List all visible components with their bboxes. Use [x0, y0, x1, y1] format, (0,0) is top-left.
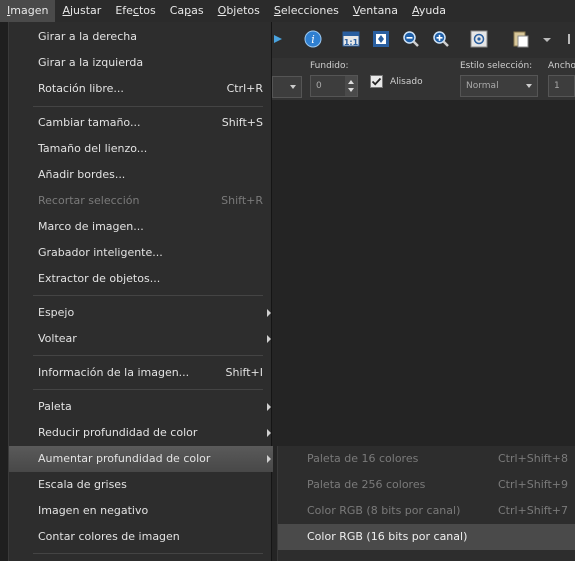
menu-item-grabador-inteligente[interactable]: Grabador inteligente...	[9, 240, 273, 266]
menu-selecciones[interactable]: Selecciones	[267, 0, 346, 22]
submenu-arrow-icon	[267, 403, 271, 411]
actual-size-icon[interactable]: 1:1	[342, 30, 360, 48]
menu-item-contar-colores[interactable]: Contar colores de imagen	[9, 524, 273, 550]
menu-item-imagen-negativo[interactable]: Imagen en negativo	[9, 498, 273, 524]
menu-item-informacion-imagen[interactable]: Información de la imagen... Shift+I	[9, 360, 273, 386]
spinner-icon[interactable]	[345, 76, 357, 96]
menu-item-paleta[interactable]: Paleta	[9, 394, 273, 420]
mode-dropdown[interactable]	[272, 76, 302, 98]
paste-icon[interactable]	[512, 30, 530, 48]
menu-objetos[interactable]: Objetos	[211, 0, 267, 22]
submenu-arrow-icon	[267, 429, 271, 437]
menu-separator	[33, 295, 263, 296]
fundido-input[interactable]: 0	[310, 75, 358, 97]
menu-efectos[interactable]: Efectos	[108, 0, 162, 22]
submenu-item-rgb-16bits[interactable]: Color RGB (16 bits por canal)	[278, 524, 575, 550]
ancho-label: Ancho	[548, 61, 575, 71]
menu-item-girar-izquierda[interactable]: Girar a la izquierda	[9, 50, 273, 76]
menu-item-tamano-lienzo[interactable]: Tamaño del lienzo...	[9, 136, 273, 162]
menu-ventana[interactable]: Ventana	[346, 0, 405, 22]
overview-icon[interactable]	[470, 30, 488, 48]
estilo-seleccion-dropdown[interactable]: Normal	[460, 75, 538, 97]
submenu-arrow-icon	[267, 455, 271, 463]
info-icon[interactable]: i	[304, 30, 322, 48]
toolbar-overflow-icon[interactable]	[568, 30, 575, 48]
menu-item-voltear[interactable]: Voltear	[9, 326, 273, 352]
svg-text:1:1: 1:1	[344, 38, 359, 47]
chevron-down-icon	[526, 84, 532, 88]
menu-separator	[33, 355, 263, 356]
menu-item-girar-derecha[interactable]: Girar a la derecha	[9, 24, 273, 50]
menu-item-rotacion-libre[interactable]: Rotación libre... Ctrl+R	[9, 76, 273, 102]
estilo-seleccion-label: Estilo selección:	[460, 61, 533, 71]
menu-item-reducir-profundidad[interactable]: Reducir profundidad de color	[9, 420, 273, 446]
submenu-item-paleta-16[interactable]: Paleta de 16 colores Ctrl+Shift+8	[278, 446, 575, 472]
submenu-arrow-icon	[267, 335, 271, 343]
submenu-item-paleta-256[interactable]: Paleta de 256 colores Ctrl+Shift+9	[278, 472, 575, 498]
menu-item-extractor-objetos[interactable]: Extractor de objetos...	[9, 266, 273, 292]
svg-text:i: i	[311, 33, 315, 46]
tool-options-bar: Fundido: 0 Alisado Estilo selección: Nor…	[272, 58, 575, 100]
menu-item-marco-imagen[interactable]: Marco de imagen...	[9, 214, 273, 240]
aumentar-profundidad-submenu: Paleta de 16 colores Ctrl+Shift+8 Paleta …	[277, 446, 575, 561]
zoom-in-icon[interactable]	[432, 30, 450, 48]
menu-item-recortar-seleccion[interactable]: Recortar selección Shift+R	[9, 188, 273, 214]
menu-item-aumentar-profundidad[interactable]: Aumentar profundidad de color	[9, 446, 273, 472]
submenu-arrow-icon	[267, 309, 271, 317]
alisado-label: Alisado	[390, 77, 423, 87]
menu-item-escala-grises[interactable]: Escala de grises	[9, 472, 273, 498]
imagen-menu: Girar a la derecha Girar a la izquierda …	[8, 22, 273, 561]
menu-item-espejo[interactable]: Espejo	[9, 300, 273, 326]
menu-bar: Imagen Ajustar Efectos Capas Objetos Sel…	[0, 0, 575, 22]
menu-capas[interactable]: Capas	[163, 0, 211, 22]
menu-separator	[33, 553, 263, 554]
zoom-out-icon[interactable]	[402, 30, 420, 48]
menu-item-cambiar-tamano[interactable]: Cambiar tamaño... Shift+S	[9, 110, 273, 136]
fit-window-icon[interactable]	[372, 30, 390, 48]
submenu-item-rgb-8bits[interactable]: Color RGB (8 bits por canal) Ctrl+Shift+7	[278, 498, 575, 524]
chevron-down-icon[interactable]	[538, 30, 556, 48]
alisado-checkbox[interactable]	[370, 75, 383, 88]
menu-item-anadir-bordes[interactable]: Añadir bordes...	[9, 162, 273, 188]
menu-separator	[33, 389, 263, 390]
menu-imagen[interactable]: Imagen	[0, 0, 56, 22]
menu-separator	[33, 106, 263, 107]
menu-ajustar[interactable]: Ajustar	[55, 0, 108, 22]
toolbar: i 1:1	[272, 22, 575, 59]
fundido-label: Fundido:	[310, 61, 349, 71]
ancho-input[interactable]: 1	[548, 75, 575, 97]
chevron-down-icon	[290, 85, 296, 89]
menu-ayuda[interactable]: Ayuda	[405, 0, 453, 22]
